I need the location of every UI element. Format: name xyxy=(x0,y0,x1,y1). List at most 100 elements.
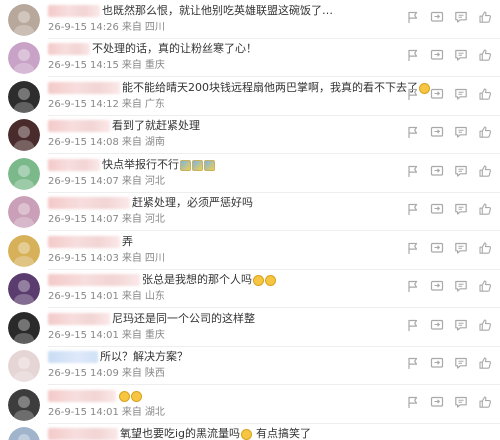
comment-meta: 26-9-15 14:15 来自 重庆 xyxy=(48,59,168,72)
comment-meta: 26-9-15 14:12 来自 广东 xyxy=(48,98,168,111)
share-icon[interactable] xyxy=(430,279,444,293)
reply-icon[interactable] xyxy=(454,87,468,101)
comment-time: 14:09 xyxy=(90,368,119,379)
avatar[interactable] xyxy=(8,350,40,382)
divider xyxy=(48,153,500,154)
comment-location: 四川 xyxy=(144,22,165,33)
share-icon[interactable] xyxy=(430,318,444,332)
reply-icon[interactable] xyxy=(454,395,468,409)
username[interactable] xyxy=(48,351,98,363)
comment-location: 河北 xyxy=(144,176,165,187)
divider xyxy=(48,307,500,308)
thumbs-up-icon[interactable] xyxy=(478,125,492,139)
divider xyxy=(48,192,500,193)
username[interactable] xyxy=(48,82,120,94)
comment-from: 来自 xyxy=(121,214,142,225)
comment-from: 来自 xyxy=(121,368,142,379)
avatar[interactable] xyxy=(8,158,40,190)
thumbs-up-icon[interactable] xyxy=(478,202,492,216)
comment-content: 尼玛还是同一个公司的这样整 xyxy=(48,311,255,327)
divider xyxy=(48,115,500,116)
comment-text: 弄 xyxy=(122,235,133,248)
avatar[interactable] xyxy=(8,196,40,228)
username[interactable] xyxy=(48,120,110,132)
flag-icon[interactable] xyxy=(406,48,420,62)
thumbs-up-icon[interactable] xyxy=(478,48,492,62)
username[interactable] xyxy=(48,43,90,55)
share-icon[interactable] xyxy=(430,395,444,409)
avatar[interactable] xyxy=(8,273,40,305)
share-icon[interactable] xyxy=(430,164,444,178)
thumbs-up-icon[interactable] xyxy=(478,279,492,293)
username[interactable] xyxy=(48,274,140,286)
share-icon[interactable] xyxy=(430,202,444,216)
flag-icon[interactable] xyxy=(406,87,420,101)
comment-text: 赶紧处理，必须严惩好吗 xyxy=(132,196,253,209)
reply-icon[interactable] xyxy=(454,164,468,178)
comment-time: 14:01 xyxy=(90,330,119,341)
share-icon[interactable] xyxy=(430,125,444,139)
avatar[interactable] xyxy=(8,119,40,151)
flag-icon[interactable] xyxy=(406,279,420,293)
comment-from: 来自 xyxy=(121,291,142,302)
avatar[interactable] xyxy=(8,4,40,36)
username[interactable] xyxy=(48,5,100,17)
flag-icon[interactable] xyxy=(406,395,420,409)
reply-icon[interactable] xyxy=(454,10,468,24)
reply-icon[interactable] xyxy=(454,202,468,216)
comment-actions xyxy=(406,87,492,103)
thumbs-up-icon[interactable] xyxy=(478,164,492,178)
flag-icon[interactable] xyxy=(406,318,420,332)
comment-row: 张总是我想的那个人吗 26-9-15 14:01 来自 山东 xyxy=(0,271,500,308)
username[interactable] xyxy=(48,428,118,440)
username[interactable] xyxy=(48,313,110,325)
comment-meta: 26-9-15 14:26 来自 四川 xyxy=(48,21,168,34)
thumbs-up-icon[interactable] xyxy=(478,318,492,332)
reply-icon[interactable] xyxy=(454,356,468,370)
avatar[interactable] xyxy=(8,427,40,440)
flag-icon[interactable] xyxy=(406,125,420,139)
avatar[interactable] xyxy=(8,81,40,113)
reply-icon[interactable] xyxy=(454,125,468,139)
comment-content: 所以？解决方案？ xyxy=(48,349,188,365)
share-icon[interactable] xyxy=(430,10,444,24)
username[interactable] xyxy=(48,197,130,209)
comment-row: 弄 26-9-15 14:03 来自 四川 xyxy=(0,233,500,270)
share-icon[interactable] xyxy=(430,87,444,101)
smiley-emoji-icon xyxy=(253,274,264,286)
avatar[interactable] xyxy=(8,235,40,267)
username[interactable] xyxy=(48,159,100,171)
comment-date: 26-9-15 xyxy=(48,407,88,418)
reply-icon[interactable] xyxy=(454,48,468,62)
comment-actions xyxy=(406,10,492,26)
comment-time: 14:01 xyxy=(90,291,119,302)
avatar[interactable] xyxy=(8,42,40,74)
reply-icon[interactable] xyxy=(454,318,468,332)
flag-icon[interactable] xyxy=(406,356,420,370)
smiley-emoji-icon xyxy=(265,274,276,286)
flag-icon[interactable] xyxy=(406,164,420,178)
share-icon[interactable] xyxy=(430,48,444,62)
share-icon[interactable] xyxy=(430,356,444,370)
avatar[interactable] xyxy=(8,389,40,421)
username[interactable] xyxy=(48,390,116,402)
share-icon[interactable] xyxy=(430,241,444,255)
flag-icon[interactable] xyxy=(406,241,420,255)
comment-actions xyxy=(406,395,492,411)
divider xyxy=(48,269,500,270)
reply-icon[interactable] xyxy=(454,279,468,293)
flag-icon[interactable] xyxy=(406,202,420,216)
reply-icon[interactable] xyxy=(454,241,468,255)
thumbs-up-icon[interactable] xyxy=(478,241,492,255)
comment-meta: 26-9-15 14:03 来自 四川 xyxy=(48,252,168,265)
thumbs-up-icon[interactable] xyxy=(478,10,492,24)
avatar[interactable] xyxy=(8,312,40,344)
flag-icon[interactable] xyxy=(406,10,420,24)
thumbs-up-icon[interactable] xyxy=(478,87,492,101)
thumbs-up-icon[interactable] xyxy=(478,356,492,370)
username[interactable] xyxy=(48,236,120,248)
comment-text: 快点举报行不行 xyxy=(102,158,179,171)
comment-meta: 26-9-15 14:01 来自 重庆 xyxy=(48,329,168,342)
comment-content: 快点举报行不行 xyxy=(48,157,215,173)
thumbs-up-icon[interactable] xyxy=(478,395,492,409)
